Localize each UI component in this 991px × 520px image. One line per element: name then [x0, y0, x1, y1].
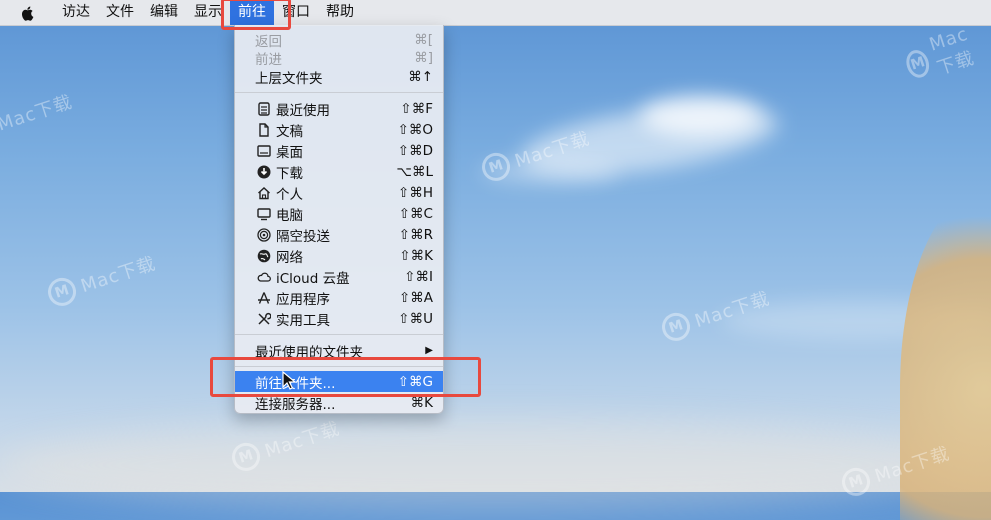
documents-icon: [256, 122, 272, 138]
menu-item-downloads[interactable]: 下载 ⌥⌘L: [235, 161, 443, 182]
watermark: M Mac下载: [900, 18, 991, 89]
cloud: [640, 96, 760, 136]
menu-separator: [235, 334, 443, 335]
menu-item-recents[interactable]: 最近使用 ⇧⌘F: [235, 98, 443, 119]
watermark: M Mac下载: [44, 248, 159, 310]
menu-item-utilities[interactable]: 实用工具 ⇧⌘U: [235, 308, 443, 329]
menu-item-documents[interactable]: 文稿 ⇧⌘O: [235, 119, 443, 140]
highlight-box-go-menu: [221, 0, 291, 30]
menu-item-enclosing-folder[interactable]: 上层文件夹 ⌘↑: [235, 66, 443, 87]
highlight-box-go-to-folder: [210, 357, 481, 397]
downloads-icon: [256, 164, 272, 180]
menu-item-applications[interactable]: 应用程序 ⇧⌘A: [235, 287, 443, 308]
menu-item-home[interactable]: 个人 ⇧⌘H: [235, 182, 443, 203]
menu-edit[interactable]: 编辑: [142, 0, 186, 25]
menu-help[interactable]: 帮助: [318, 0, 362, 25]
cloud-icon: [256, 269, 272, 285]
desktop-icon: [256, 143, 272, 159]
cloud: [0, 420, 991, 510]
go-menu-dropdown: 返回 ⌘[ 前进 ⌘] 上层文件夹 ⌘↑ 最近使用 ⇧⌘F 文稿 ⇧⌘O 桌面 …: [234, 25, 444, 414]
menu-file[interactable]: 文件: [98, 0, 142, 25]
home-icon: [256, 185, 272, 201]
apple-icon[interactable]: [20, 5, 36, 21]
menu-bar: 访达 文件 编辑 显示 前往 窗口 帮助: [0, 0, 991, 26]
watermark: Mac下载: [0, 91, 76, 136]
menu-item-airdrop[interactable]: 隔空投送 ⇧⌘R: [235, 224, 443, 245]
airdrop-icon: [256, 227, 272, 243]
watermark: M Mac下载: [658, 283, 773, 345]
menu-item-icloud-drive[interactable]: iCloud 云盘 ⇧⌘I: [235, 266, 443, 287]
network-globe-icon: [256, 248, 272, 264]
menu-item-desktop[interactable]: 桌面 ⇧⌘D: [235, 140, 443, 161]
applications-icon: [256, 290, 272, 306]
menu-separator: [235, 92, 443, 93]
menu-item-computer[interactable]: 电脑 ⇧⌘C: [235, 203, 443, 224]
utilities-tools-icon: [256, 311, 272, 327]
menu-item-network[interactable]: 网络 ⇧⌘K: [235, 245, 443, 266]
menu-finder[interactable]: 访达: [54, 0, 98, 25]
submenu-arrow-icon: ▶: [425, 345, 433, 356]
menu-item-forward[interactable]: 前进 ⌘]: [235, 47, 443, 68]
mouse-pointer-icon: [282, 371, 296, 390]
computer-icon: [256, 206, 272, 222]
recents-icon: [256, 101, 272, 117]
